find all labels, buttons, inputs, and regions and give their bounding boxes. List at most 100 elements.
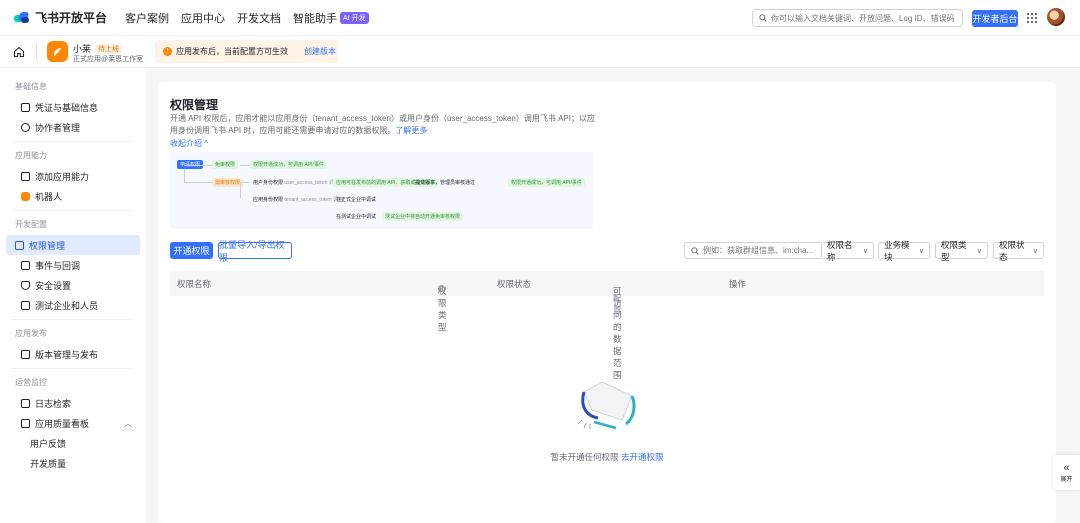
permission-flow-diagram: 申请权限 免审权限 权限开通成功，可调用 API/事件 需审核权限 用户身份权限… [170,152,593,229]
sidebar-item-log-search[interactable]: 日志检索 [6,393,140,413]
sidebar-item-label: 版本管理与发布 [35,349,99,360]
nav-ai-assistant-label: 智能助手 [293,12,338,25]
chevron-down-icon: ∨ [862,247,868,255]
collapse-label: 收起介绍 [170,139,202,148]
empty-state-text: 暂未开通任何权限 去开通权限 [158,451,1056,463]
flow-test-prod: 在正式企业中调试 [336,197,377,203]
flow-test-result: 测试企业中将自动开通免审核权限 [382,212,464,221]
column-permission-status: 权限状态 [497,279,532,289]
flow-free: 免审权限 [212,160,239,169]
app-subtitle: 正式应用@莱恩工作室 [73,56,144,63]
open-permission-button[interactable]: 开通权限 [170,242,213,259]
flow-submit: 提交版本，管理员审核通过 [415,180,476,186]
nav-dev-docs[interactable]: 开发文档 [237,10,281,26]
flow-free-result: 权限开通成功，可调用 API/事件 [250,160,327,169]
page-description: 开通 API 权限后，应用才能以应用身份（tenant_access_token… [170,113,600,137]
sidebar-item-collaborators[interactable]: 协作者管理 [6,117,140,137]
empty-state-illustration [577,381,636,430]
nav-customer-cases[interactable]: 客户案例 [125,10,169,26]
logo[interactable]: 飞书开放平台 [14,9,107,26]
sidebar-divider [12,368,134,369]
flow-test-tenant: 在测试企业中调试 [336,214,377,220]
header-divider [36,44,37,60]
sidebar-item-quality[interactable]: 应用质量看板 ︿ [6,413,140,433]
sidebar-item-label: 添加应用能力 [35,171,90,182]
home-icon[interactable] [13,46,25,58]
chevron-down-icon: ∨ [918,247,924,255]
nav-app-center[interactable]: 应用中心 [181,10,225,26]
expand-panel-button[interactable]: « 展开 [1053,455,1080,490]
flow-user-identity-label: 用户身份权限 [253,180,284,186]
flow-review: 需审核权限 [212,178,244,187]
test-icon [21,300,30,310]
chart-icon [21,418,30,428]
app-icon[interactable] [47,41,68,62]
help-icon[interactable]: ? [438,285,445,292]
sidebar-item-test-tenant[interactable]: 测试企业和人员 [6,295,140,315]
flow-app-identity-label: 应用身份权限 [253,197,284,203]
column-actions: 操作 [729,279,747,289]
notice-text: 应用发布后，当前配置方可生效 [176,47,288,56]
sidebar-item-credentials[interactable]: 凭证与基础信息 [6,97,140,117]
sidebar-item-permissions[interactable]: 权限管理 [6,235,140,255]
nav-ai-assistant[interactable]: 智能助手 AI 开发 [293,10,369,26]
sidebar-item-label: 权限管理 [29,240,66,251]
permission-search-input[interactable] [703,246,818,255]
page-title: 权限管理 [170,98,219,112]
global-search[interactable] [752,9,963,27]
sidebar-section-dev-config: 开发配置 [15,220,47,229]
upload-icon [21,349,30,359]
sidebar-item-bot[interactable]: 机器人 [6,186,140,206]
feishu-logo-icon [14,11,30,24]
sidebar-item-security[interactable]: 安全设置 [6,275,140,295]
app-header: 小莱 待上线 正式应用@莱恩工作室 ! 应用发布后，当前配置方可生效 创建版本 [0,36,1080,68]
column-permission-name: 权限名称 [177,279,212,289]
filter-permission-type[interactable]: 权限类型 ∨ [935,240,988,262]
expand-label: 展开 [1060,477,1073,483]
double-chevron-left-icon: « [1063,462,1070,474]
flow-final: 权限开通成功，可调用 API/事件 [508,178,585,187]
developer-console-button[interactable]: 开发者后台 [972,10,1018,27]
shield-icon [21,280,30,290]
sidebar-divider [12,141,134,142]
sidebar-section-capability: 应用能力 [15,151,47,160]
chevron-up-icon: ︿ [124,418,132,428]
sidebar-item-add-capability[interactable]: 添加应用能力 [6,166,140,186]
sidebar-item-events[interactable]: 事件与回调 [6,255,140,275]
search-icon [759,14,767,22]
batch-import-export-button[interactable]: 批量导入/导出权限 [218,240,292,263]
filter-label: 权限类型 [941,239,967,262]
sidebar-item-label: 协作者管理 [35,122,81,133]
sidebar-item-label: 凭证与基础信息 [35,102,99,113]
sidebar-item-versions[interactable]: 版本管理与发布 [6,344,140,364]
create-version-link[interactable]: 创建版本 [304,46,336,57]
go-open-permission-link[interactable]: 去开通权限 [621,452,664,462]
collapse-intro-link[interactable]: 收起介绍 ^ [170,138,208,149]
sidebar-divider [12,319,134,320]
global-search-input[interactable] [771,13,956,23]
apps-icon [21,171,30,181]
sidebar-item-label: 日志检索 [35,398,72,409]
warning-icon: ! [163,47,172,56]
filter-label: 权限名称 [827,239,853,262]
filter-permission-status[interactable]: 权限状态 ∨ [993,240,1044,262]
apps-grid-icon[interactable] [1027,13,1037,23]
permission-search[interactable] [684,242,822,259]
top-nav: 客户案例 应用中心 开发文档 智能助手 AI 开发 [125,10,381,26]
filter-permission-name[interactable]: 权限名称 ∨ [822,240,874,262]
sidebar-item-dev-quality[interactable]: 开发质量 [6,453,140,473]
table-header: 权限名称 权限类型 ? 权限状态 可访问的数据范围 配置 > 操作 [170,271,1044,380]
credentials-icon [21,102,30,112]
flow-user-identity-sub: user_access_token 调用 [284,180,339,186]
flow-user-identity: 用户身份权限 user_access_token 调用 [250,178,342,187]
filter-business-module[interactable]: 业务模块 ∨ [878,240,930,262]
permission-icon [15,240,24,250]
sidebar-item-user-feedback[interactable]: 用户反馈 [6,433,140,453]
user-avatar[interactable] [1047,8,1065,26]
chevron-up-icon: ^ [204,139,208,148]
logo-text: 飞书开放平台 [35,11,108,25]
learn-more-link[interactable]: 了解更多 [395,126,427,135]
sidebar-section-basic: 基础信息 [15,82,47,91]
sidebar-item-label: 机器人 [35,191,63,202]
user-icon [21,122,30,132]
